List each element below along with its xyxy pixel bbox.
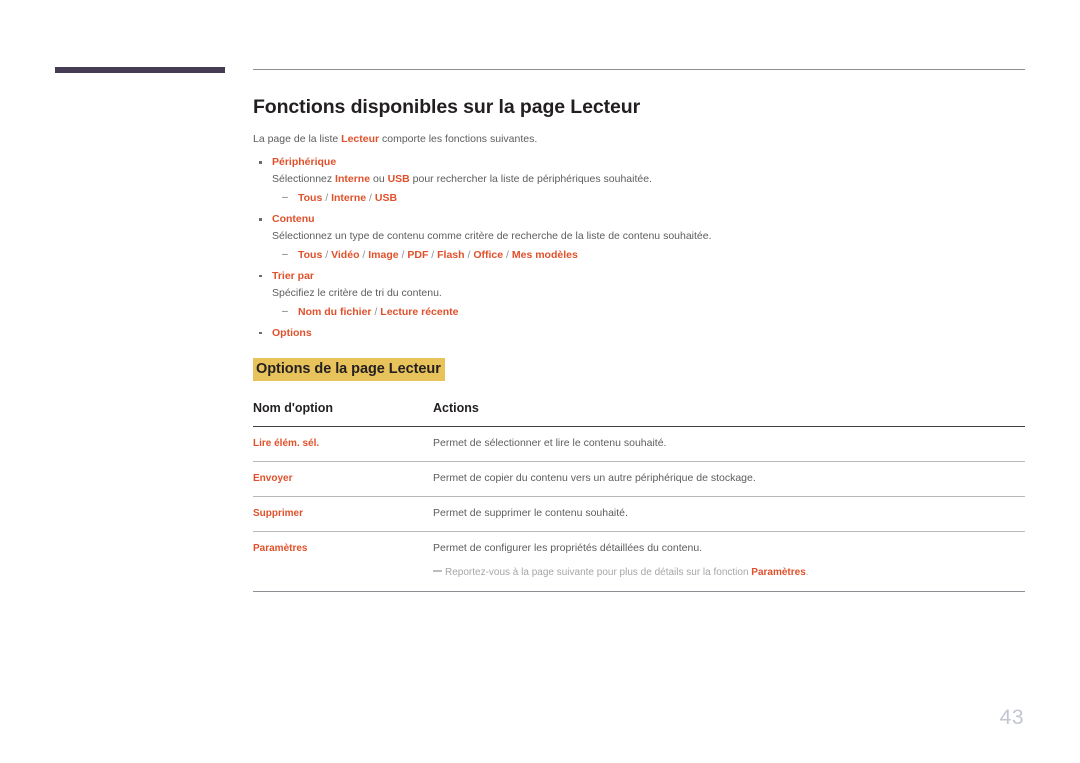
option-name: Envoyer <box>253 473 293 485</box>
header-rule <box>253 69 1025 70</box>
bullet-title: Options <box>272 326 312 339</box>
option-value: Tous <box>298 192 323 205</box>
option-name: Paramètres <box>253 542 308 554</box>
bullet-title: Contenu <box>272 213 315 226</box>
intro-highlight: Lecteur <box>341 133 380 146</box>
table-row: Supprimer Permet de supprimer le contenu… <box>253 496 1025 532</box>
intro-text-after: comporte les fonctions suivantes. <box>379 133 538 146</box>
option-value: Mes modèles <box>511 249 578 262</box>
table-cell-name: Envoyer <box>253 461 433 497</box>
list-item-peripherique: Périphérique Sélectionnez Interne ou USB… <box>253 154 1025 208</box>
table-cell-action: Permet de configurer les propriétés déta… <box>433 531 1025 593</box>
option-value: Nom du fichier <box>298 306 372 319</box>
option-value: PDF <box>407 249 429 262</box>
option-separator: / <box>428 249 438 262</box>
table-cell-action: Permet de sélectionner et lire le conten… <box>433 426 1025 463</box>
option-value: USB <box>374 192 398 205</box>
table-header-row: Nom d'option Actions <box>253 401 1025 428</box>
table-cell-action: Permet de supprimer le contenu souhaité. <box>433 496 1025 532</box>
column-header-nom-option: Nom d'option <box>253 401 433 428</box>
option-value: Lecture récente <box>380 306 459 319</box>
page-content: Fonctions disponibles sur la page Lecteu… <box>253 96 1025 593</box>
note-highlight: Paramètres <box>751 567 806 579</box>
option-action: Permet de supprimer le contenu souhaité. <box>433 506 628 519</box>
option-value: Interne <box>331 192 367 205</box>
bullet-options-list: Nom du fichier / Lecture récente <box>272 303 1025 322</box>
bullet-options-list: Tous / Vidéo / Image / PDF / Flash / Off… <box>272 246 1025 265</box>
list-item-options: Nom du fichier / Lecture récente <box>272 303 1025 322</box>
bullet-description: Sélectionnez un type de contenu comme cr… <box>272 230 712 243</box>
section-heading: Options de la page Lecteur <box>253 358 445 382</box>
option-separator: / <box>322 192 332 205</box>
bullet-description: Spécifiez le critère de tri du contenu. <box>272 287 442 300</box>
table-row: Envoyer Permet de copier du contenu vers… <box>253 461 1025 497</box>
bullet-description: Sélectionnez Interne ou USB pour recherc… <box>272 170 1025 188</box>
option-separator: / <box>503 249 512 262</box>
option-name: Supprimer <box>253 507 304 519</box>
section-heading-container: Options de la page Lecteur <box>253 358 1025 382</box>
page-title: Fonctions disponibles sur la page Lecteu… <box>253 96 641 118</box>
option-value: Tous <box>298 249 323 262</box>
table-row: Lire élém. sél. Permet de sélectionner e… <box>253 426 1025 463</box>
desc-highlight-usb: USB <box>387 173 410 186</box>
option-separator: / <box>366 192 375 205</box>
option-action: Permet de sélectionner et lire le conten… <box>433 437 667 450</box>
option-action: Permet de copier du contenu vers un autr… <box>433 472 756 485</box>
option-value: Office <box>473 249 504 262</box>
list-item-contenu: Contenu Sélectionnez un type de contenu … <box>253 211 1025 265</box>
table-cell-action: Permet de copier du contenu vers un autr… <box>433 461 1025 497</box>
desc-after: pour rechercher la liste de périphérique… <box>409 173 652 186</box>
desc-middle: ou <box>370 173 388 186</box>
bullet-options-list: Tous / Interne / USB <box>272 189 1025 208</box>
option-separator: / <box>359 249 369 262</box>
desc-highlight-interne: Interne <box>335 173 371 186</box>
bullet-title: Périphérique <box>272 156 337 169</box>
options-table: Nom d'option Actions Lire élém. sél. Per… <box>253 401 1025 593</box>
option-value: Vidéo <box>331 249 360 262</box>
option-value: Image <box>368 249 399 262</box>
option-note: Reportez-vous à la page suivante pour pl… <box>433 565 1025 580</box>
note-text-after: . <box>805 567 809 579</box>
list-item-options-bullet: Options <box>253 325 1025 341</box>
table-cell-name: Supprimer <box>253 496 433 532</box>
table-cell-name: Lire élém. sél. <box>253 426 433 463</box>
table-cell-name: Paramètres <box>253 531 433 593</box>
desc-before: Sélectionnez <box>272 173 336 186</box>
option-separator: / <box>322 249 332 262</box>
option-name: Lire élém. sél. <box>253 438 320 450</box>
option-separator: / <box>371 306 381 319</box>
header-accent-bar <box>55 67 225 73</box>
page-number: 43 <box>999 706 1024 729</box>
intro-text-before: La page de la liste <box>253 133 342 146</box>
list-item-options: Tous / Vidéo / Image / PDF / Flash / Off… <box>272 246 1025 265</box>
note-text-before: Reportez-vous à la page suivante pour pl… <box>445 567 752 579</box>
list-item-options: Tous / Interne / USB <box>272 189 1025 208</box>
list-item-trier-par: Trier par Spécifiez le critère de tri du… <box>253 268 1025 322</box>
option-value: Flash <box>437 249 465 262</box>
bullet-title: Trier par <box>272 269 315 282</box>
option-action: Permet de configurer les propriétés déta… <box>433 541 703 554</box>
table-row: Paramètres Permet de configurer les prop… <box>253 531 1025 593</box>
feature-bullet-list: Périphérique Sélectionnez Interne ou USB… <box>253 154 1025 341</box>
column-header-actions: Actions <box>433 401 1025 428</box>
intro-paragraph: La page de la liste Lecteur comporte les… <box>253 132 1025 148</box>
